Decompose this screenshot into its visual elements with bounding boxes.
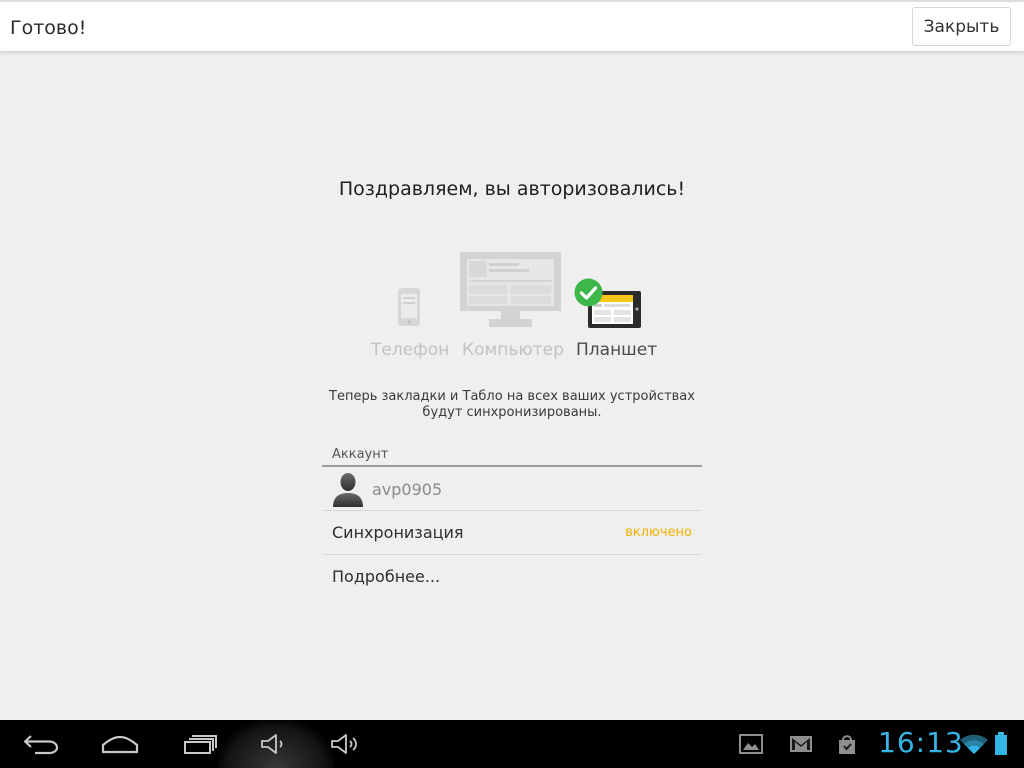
close-button[interactable]: Закрыть <box>912 7 1011 46</box>
gmail-icon[interactable] <box>786 720 816 768</box>
back-icon[interactable] <box>18 720 64 768</box>
sync-description: Теперь закладки и Табло на всех ваших ус… <box>322 389 702 421</box>
status-clock: 16:13 <box>878 726 964 759</box>
volume-down-icon[interactable] <box>256 720 292 768</box>
wifi-icon <box>958 720 990 768</box>
recent-apps-icon[interactable] <box>180 720 222 768</box>
system-navigation-bar: 16:13 <box>0 720 1024 768</box>
battery-icon <box>990 720 1012 768</box>
sync-label: Синхронизация <box>332 523 464 542</box>
play-store-icon[interactable] <box>832 720 862 768</box>
device-label-phone: Телефон <box>371 340 450 360</box>
sync-row[interactable]: Синхронизация включено <box>322 511 702 554</box>
more-info-link[interactable]: Подробнее... <box>332 567 440 586</box>
action-bar-title: Готово! <box>10 17 87 39</box>
device-label-tablet: Планшет <box>576 340 658 360</box>
sync-status-badge: включено <box>625 525 692 540</box>
action-bar: Готово! Закрыть <box>0 0 1024 51</box>
account-section-label: Аккаунт <box>332 447 389 462</box>
page-title: Поздравляем, вы авторизовались! <box>338 178 686 200</box>
home-icon[interactable] <box>98 720 142 768</box>
gallery-icon[interactable] <box>736 720 766 768</box>
account-row[interactable]: avp0905 <box>322 467 702 510</box>
more-info-row[interactable]: Подробнее... <box>322 555 702 598</box>
device-label-computer: Компьютер <box>462 340 564 360</box>
volume-up-icon[interactable] <box>327 720 363 768</box>
sync-description-line-2: будут синхронизированы. <box>422 405 602 420</box>
monitor-icon <box>459 251 562 328</box>
account-name: avp0905 <box>372 480 443 499</box>
phone-icon <box>397 287 421 327</box>
avatar-icon <box>332 471 364 507</box>
sync-description-line-1: Теперь закладки и Табло на всех ваших ус… <box>329 389 695 404</box>
check-icon <box>574 278 603 307</box>
